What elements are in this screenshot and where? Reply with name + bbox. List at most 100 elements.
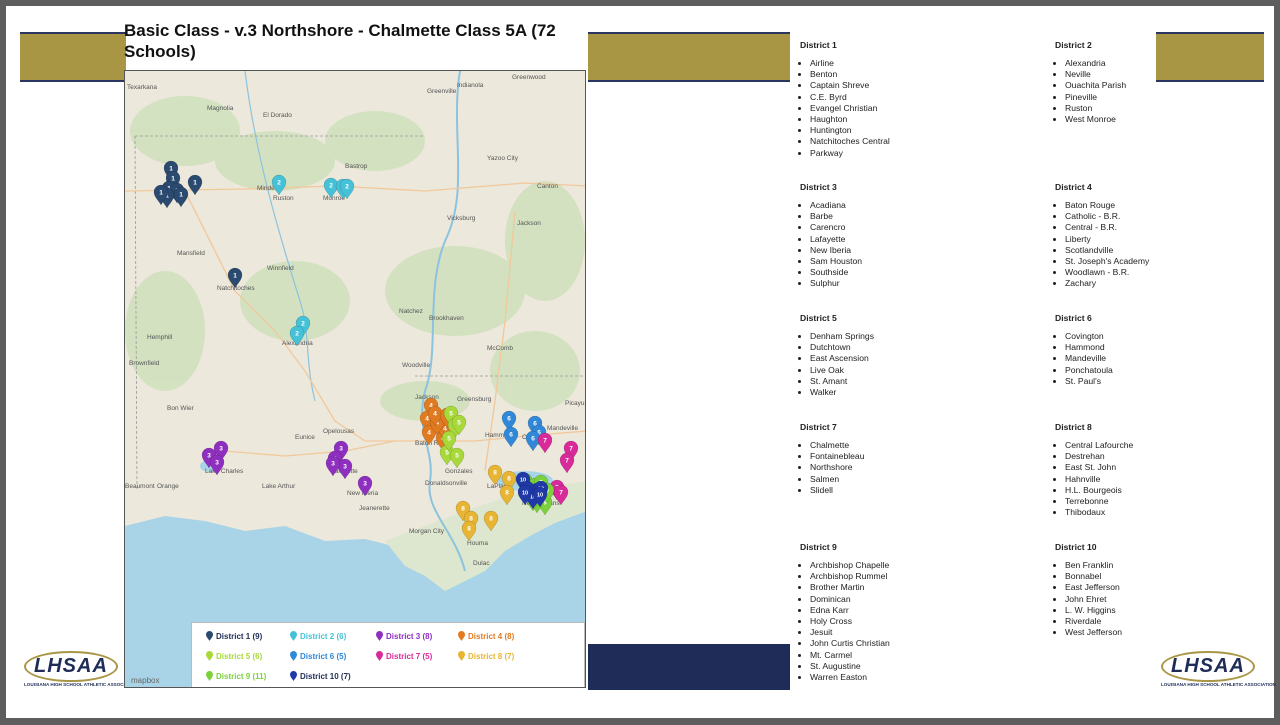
school-item: St. Augustine — [810, 661, 890, 672]
place-label: Winnfield — [267, 265, 294, 272]
school-item: Benton — [810, 69, 890, 80]
lhsaa-logo-subtitle: LOUISIANA HIGH SCHOOL ATHLETIC ASSOCIATI… — [24, 682, 139, 687]
legend-item-district-9[interactable]: District 9 (11) — [206, 671, 266, 681]
pin-label: 1 — [233, 273, 237, 280]
right-gold-bar — [1156, 32, 1264, 82]
legend-item-district-4[interactable]: District 4 (8) — [458, 631, 514, 641]
district-heading: District 6 — [1055, 313, 1092, 323]
place-label: Bastrop — [345, 163, 368, 170]
school-item: Destrehan — [1065, 451, 1133, 462]
district-heading: District 4 — [1055, 182, 1092, 192]
legend-item-district-6[interactable]: District 6 (5) — [290, 651, 346, 661]
pin-label: 8 — [489, 516, 493, 523]
school-list: Central LafourcheDestrehanEast St. JohnH… — [1055, 440, 1133, 518]
pin-label: 7 — [569, 446, 573, 453]
school-item: Evangel Christian — [810, 103, 890, 114]
school-item: Sam Houston — [810, 256, 862, 267]
lhsaa-logo-subtitle: LOUISIANA HIGH SCHOOL ATHLETIC ASSOCIATI… — [1161, 682, 1276, 687]
legend-item-district-5[interactable]: District 5 (6) — [206, 651, 262, 661]
navy-bar — [588, 644, 790, 690]
place-label: Eunice — [295, 434, 315, 441]
legend-item-district-1[interactable]: District 1 (9) — [206, 631, 262, 641]
school-item: Salmen — [810, 474, 864, 485]
school-item: Hahnville — [1065, 474, 1133, 485]
place-label: Ruston — [273, 195, 294, 202]
pin-label: 8 — [467, 526, 471, 533]
place-label: Natchez — [399, 308, 423, 315]
school-item: Warren Easton — [810, 672, 890, 683]
legend-pin-icon — [290, 651, 297, 661]
school-item: Dutchtown — [810, 342, 874, 353]
school-item: Live Oak — [810, 365, 874, 376]
school-item: Ruston — [1065, 103, 1126, 114]
presentation-page: LHSAA LOUISIANA HIGH SCHOOL ATHLETIC ASS… — [0, 0, 1280, 725]
pin-label: 7 — [565, 458, 569, 465]
pin-label: 2 — [301, 321, 305, 328]
school-item: Southside — [810, 267, 862, 278]
place-label: Vicksburg — [447, 215, 476, 222]
legend-label: District 8 (7) — [468, 651, 515, 661]
school-item: Thibodaux — [1065, 507, 1133, 518]
district-heading: District 9 — [800, 542, 837, 552]
school-item: Edna Karr — [810, 605, 890, 616]
pin-label: 8 — [507, 476, 511, 483]
school-item: Northshore — [810, 462, 864, 473]
legend-item-district-7[interactable]: District 7 (5) — [376, 651, 432, 661]
legend-item-district-2[interactable]: District 2 (6) — [290, 631, 346, 641]
pin-label: 2 — [345, 184, 349, 191]
school-item: Mandeville — [1065, 353, 1113, 364]
place-label: Gonzales — [445, 468, 473, 475]
map[interactable]: Texarkana Magnolia El Dorado Greenville Indi… — [124, 70, 586, 688]
school-item: Central - B.R. — [1065, 222, 1149, 233]
school-item: Airline — [810, 58, 890, 69]
school-item: Lafayette — [810, 234, 862, 245]
pin-label: 1 — [193, 180, 197, 187]
school-item: Liberty — [1065, 234, 1149, 245]
school-item: East Jefferson — [1065, 582, 1122, 593]
legend-label: District 7 (5) — [386, 651, 433, 661]
lhsaa-logo-left: LHSAA LOUISIANA HIGH SCHOOL ATHLETIC ASS… — [24, 651, 139, 687]
school-item: Captain Shreve — [810, 80, 890, 91]
place-label: Lake Charles — [205, 468, 244, 475]
school-item: Chalmette — [810, 440, 864, 451]
pin-label: 3 — [331, 461, 335, 468]
school-item: Fontainebleau — [810, 451, 864, 462]
school-item: John Ehret — [1065, 594, 1122, 605]
legend-item-district-8[interactable]: District 8 (7) — [458, 651, 514, 661]
school-item: Ben Franklin — [1065, 560, 1122, 571]
place-label: Beaumont — [125, 483, 155, 490]
district-list-9: District 9 Archbishop ChapelleArchbishop … — [800, 542, 890, 683]
place-label: Woodville — [402, 362, 430, 369]
school-item: C.E. Byrd — [810, 92, 890, 103]
place-label: Mansfield — [177, 250, 205, 257]
place-label: El Dorado — [263, 112, 292, 119]
pin-label: 7 — [543, 438, 547, 445]
pin-label: 4 — [433, 411, 437, 418]
place-label: Orange — [157, 483, 179, 490]
school-list: AirlineBentonCaptain ShreveC.E. ByrdEvan… — [800, 58, 890, 159]
school-item: Brother Martin — [810, 582, 890, 593]
pin-label: 4 — [427, 430, 431, 437]
district-list-7: District 7 ChalmetteFontainebleauNorthsho… — [800, 422, 864, 496]
district-list-10: District 10 Ben FranklinBonnabelEast Jeff… — [1055, 542, 1122, 638]
school-item: Baton Rouge — [1065, 200, 1149, 211]
school-item: Archbishop Chapelle — [810, 560, 890, 571]
legend-pin-icon — [458, 631, 465, 641]
legend-label: District 4 (8) — [468, 631, 515, 641]
legend-item-district-10[interactable]: District 10 (7) — [290, 671, 351, 681]
school-list: AlexandriaNevilleOuachita ParishPinevill… — [1055, 58, 1126, 125]
legend-item-district-3[interactable]: District 3 (8) — [376, 631, 432, 641]
pin-label: 1 — [179, 192, 183, 199]
place-label: Greenville — [427, 88, 457, 95]
school-list: Denham SpringsDutchtownEast AscensionLiv… — [800, 331, 874, 398]
pin-label: 6 — [507, 416, 511, 423]
school-item: Jesuit — [810, 627, 890, 638]
place-label: McComb — [487, 345, 513, 352]
pin-label: 3 — [339, 446, 343, 453]
map-canvas[interactable]: Texarkana Magnolia El Dorado GreenvilleIndi… — [125, 71, 586, 688]
district-heading: District 1 — [800, 40, 837, 50]
school-item: West Jefferson — [1065, 627, 1122, 638]
district-list-4: District 4 Baton RougeCatholic - B.R.Cent… — [1055, 182, 1149, 290]
school-item: Mt. Carmel — [810, 650, 890, 661]
place-label: Dulac — [473, 560, 490, 567]
